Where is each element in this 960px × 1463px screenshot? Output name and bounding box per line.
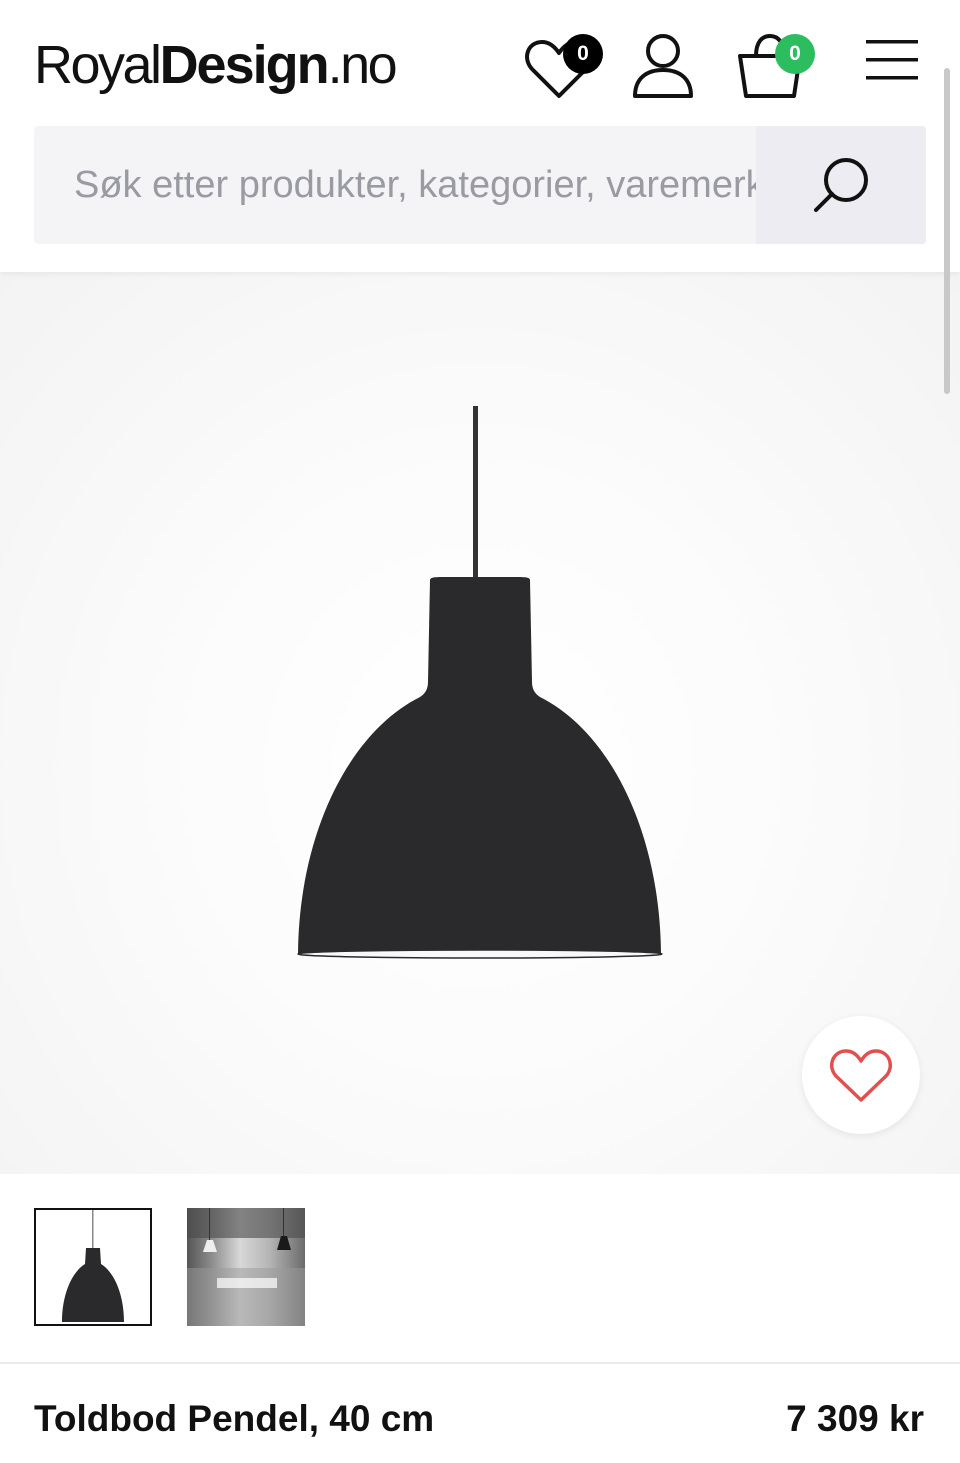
product-title: Toldbod Pendel, 40 cm (34, 1398, 435, 1439)
product-thumbnails (0, 1174, 960, 1364)
menu-button[interactable] (866, 40, 920, 82)
heart-outline-icon (830, 1049, 892, 1102)
site-header: RoyalDesign.no 0 0 (0, 0, 960, 272)
search-icon (814, 158, 868, 212)
site-logo[interactable]: RoyalDesign.no (34, 30, 398, 100)
search-bar (34, 126, 926, 244)
user-icon (633, 34, 693, 98)
pendant-lamp-thumbnail (62, 1210, 124, 1322)
page-scrollbar[interactable] (944, 68, 950, 394)
cart-count-badge: 0 (775, 34, 815, 74)
hamburger-menu-icon (866, 40, 918, 80)
add-to-favorites-button[interactable] (802, 1016, 920, 1134)
product-price: 7 309 kr (786, 1398, 924, 1439)
search-input[interactable] (34, 126, 756, 244)
account-button[interactable] (630, 32, 696, 100)
search-button[interactable] (756, 126, 926, 244)
interior-photo-thumbnail (187, 1208, 305, 1326)
wishlist-count-badge: 0 (563, 34, 603, 74)
thumbnail-1[interactable] (34, 1208, 152, 1326)
thumbnail-2[interactable] (187, 1208, 305, 1326)
